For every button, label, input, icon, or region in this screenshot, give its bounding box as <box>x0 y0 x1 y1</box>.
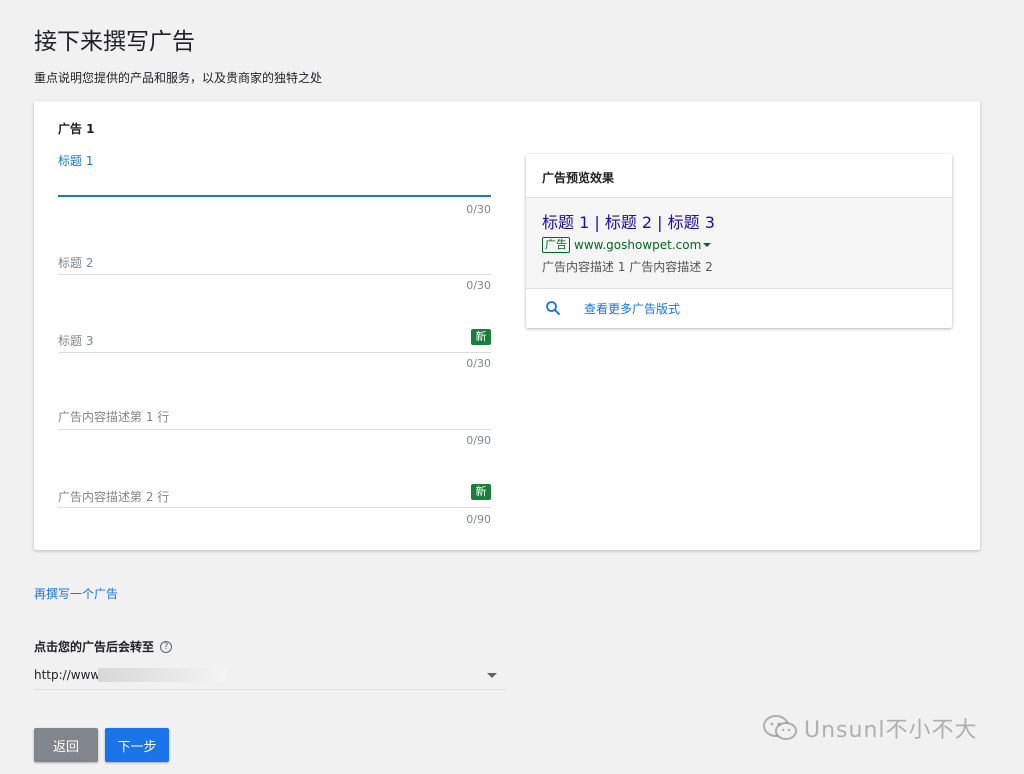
preview-url: www.goshowpet.com <box>574 238 702 252</box>
headline-2-label: 标题 2 <box>58 256 94 270</box>
search-icon <box>546 301 560 315</box>
back-button[interactable]: 返回 <box>34 728 98 762</box>
destination-label: 点击您的广告后会转至 ? <box>34 638 173 655</box>
preview-description: 广告内容描述 1 广告内容描述 2 <box>542 260 713 274</box>
headline-1-label: 标题 1 <box>58 154 94 168</box>
preview-body: 标题 1 | 标题 2 | 标题 3 广告 www.goshowpet.com … <box>526 198 952 289</box>
headline-2-underline <box>58 274 491 275</box>
dropdown-arrow-icon <box>487 673 497 678</box>
ad-card: 广告 1 标题 1 0/30 标题 2 0/30 标题 3 新 0/30 广告内… <box>34 101 980 550</box>
headline-3-label: 标题 3 <box>58 334 94 348</box>
headline-1-field[interactable]: 标题 1 0/30 <box>58 149 491 219</box>
headline-1-counter: 0/30 <box>466 203 491 216</box>
destination-underline <box>34 689 507 690</box>
destination-url-value: http://www <box>34 668 101 682</box>
wechat-icon <box>763 715 797 740</box>
description-1-underline <box>58 429 491 430</box>
description-1-label: 广告内容描述第 1 行 <box>58 410 170 424</box>
description-1-field[interactable]: 广告内容描述第 1 行 0/90 <box>58 405 491 457</box>
description-2-field[interactable]: 广告内容描述第 2 行 新 0/90 <box>58 483 491 535</box>
watermark-text: Unsunl不小不大 <box>804 718 978 743</box>
destination-url-select[interactable]: http://www <box>34 664 507 690</box>
more-formats-link[interactable]: 查看更多广告版式 <box>526 289 952 327</box>
description-1-counter: 0/90 <box>466 434 491 447</box>
ad-heading: 广告 1 <box>58 122 95 136</box>
description-2-underline <box>58 507 491 508</box>
chevron-down-icon <box>703 243 712 247</box>
new-badge: 新 <box>471 484 491 500</box>
page-subtitle: 重点说明您提供的产品和服务，以及贵商家的独特之处 <box>34 71 323 85</box>
ad-preview-card: 广告预览效果 标题 1 | 标题 2 | 标题 3 广告 www.goshowp… <box>526 154 952 328</box>
page-title: 接下来撰写广告 <box>34 29 195 55</box>
write-another-ad-link[interactable]: 再撰写一个广告 <box>34 585 118 602</box>
headline-3-field[interactable]: 标题 3 新 0/30 <box>58 327 491 379</box>
preview-header: 广告预览效果 <box>526 154 952 198</box>
headline-2-counter: 0/30 <box>466 279 491 292</box>
more-formats-label: 查看更多广告版式 <box>584 301 681 316</box>
preview-headline: 标题 1 | 标题 2 | 标题 3 <box>542 213 715 232</box>
destination-label-text: 点击您的广告后会转至 <box>34 640 155 654</box>
headline-2-field[interactable]: 标题 2 0/30 <box>58 251 491 301</box>
new-badge: 新 <box>471 329 491 345</box>
redacted-url-block <box>98 668 226 682</box>
watermark: Unsunl不小不大 <box>762 712 978 744</box>
headline-3-counter: 0/30 <box>466 357 491 370</box>
preview-url-row: 广告 www.goshowpet.com <box>542 237 936 253</box>
description-2-counter: 0/90 <box>466 513 491 526</box>
headline-1-underline <box>58 195 491 197</box>
headline-3-underline <box>58 352 491 353</box>
description-2-label: 广告内容描述第 2 行 <box>58 490 170 504</box>
ad-tag: 广告 <box>542 237 570 253</box>
help-icon[interactable]: ? <box>160 640 173 653</box>
next-button[interactable]: 下一步 <box>105 728 169 762</box>
